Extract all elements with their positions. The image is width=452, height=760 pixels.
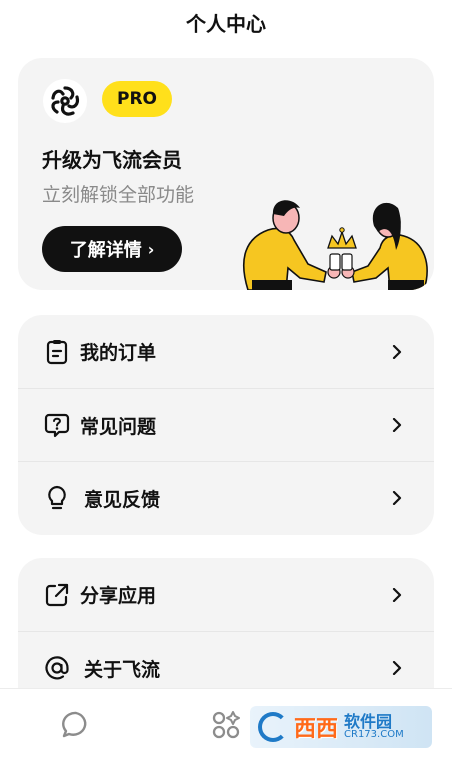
- promo-subtitle: 立刻解锁全部功能: [42, 184, 195, 206]
- members-toast-illustration: [243, 200, 428, 290]
- page-title: 个人中心: [186, 12, 266, 36]
- watermark-site: CR173.COM: [344, 729, 404, 740]
- chevron-right-icon: ›: [147, 239, 155, 259]
- menu-item-orders[interactable]: 我的订单: [18, 315, 434, 388]
- chat-bubble-icon[interactable]: [61, 710, 91, 740]
- share-icon: [45, 583, 69, 606]
- lightbulb-icon: [48, 485, 66, 510]
- menu-item-share[interactable]: 分享应用: [18, 558, 434, 631]
- promo-title: 升级为飞流会员: [42, 148, 182, 172]
- learn-more-button[interactable]: 了解详情 ›: [42, 226, 182, 272]
- menu-item-feedback[interactable]: 意见反馈: [18, 461, 434, 534]
- chevron-right-icon: [392, 491, 402, 505]
- watermark: 西西 软件园 CR173.COM: [250, 706, 432, 748]
- chevron-right-icon: [392, 587, 402, 602]
- at-icon: [45, 656, 69, 680]
- chevron-right-icon: [392, 418, 402, 432]
- watermark-brand: 软件园: [344, 712, 393, 731]
- watermark-logo-icon: [258, 712, 288, 742]
- menu-item-faq[interactable]: 常见问题: [18, 388, 434, 461]
- chevron-right-icon: [392, 344, 402, 359]
- order-list-icon: [46, 339, 68, 364]
- learn-more-label: 了解详情: [69, 240, 142, 261]
- menu-item-label: 关于飞流: [84, 658, 161, 681]
- question-icon: [44, 413, 70, 438]
- menu-item-label: 意见反馈: [84, 488, 161, 511]
- menu-item-label: 分享应用: [80, 585, 157, 607]
- menu-item-label: 常见问题: [80, 415, 157, 438]
- app-logo-icon: [43, 79, 87, 123]
- pro-promo-card[interactable]: PRO 升级为飞流会员 立刻解锁全部功能 了解详情 ›: [18, 58, 434, 290]
- pro-badge: PRO: [102, 81, 172, 117]
- menu-item-label: 我的订单: [80, 342, 157, 364]
- watermark-text: 西西: [294, 717, 339, 742]
- chevron-right-icon: [392, 661, 402, 675]
- apps-grid-icon[interactable]: [211, 710, 241, 740]
- menu-group-primary: 我的订单 常见问题 意见反馈: [18, 315, 434, 535]
